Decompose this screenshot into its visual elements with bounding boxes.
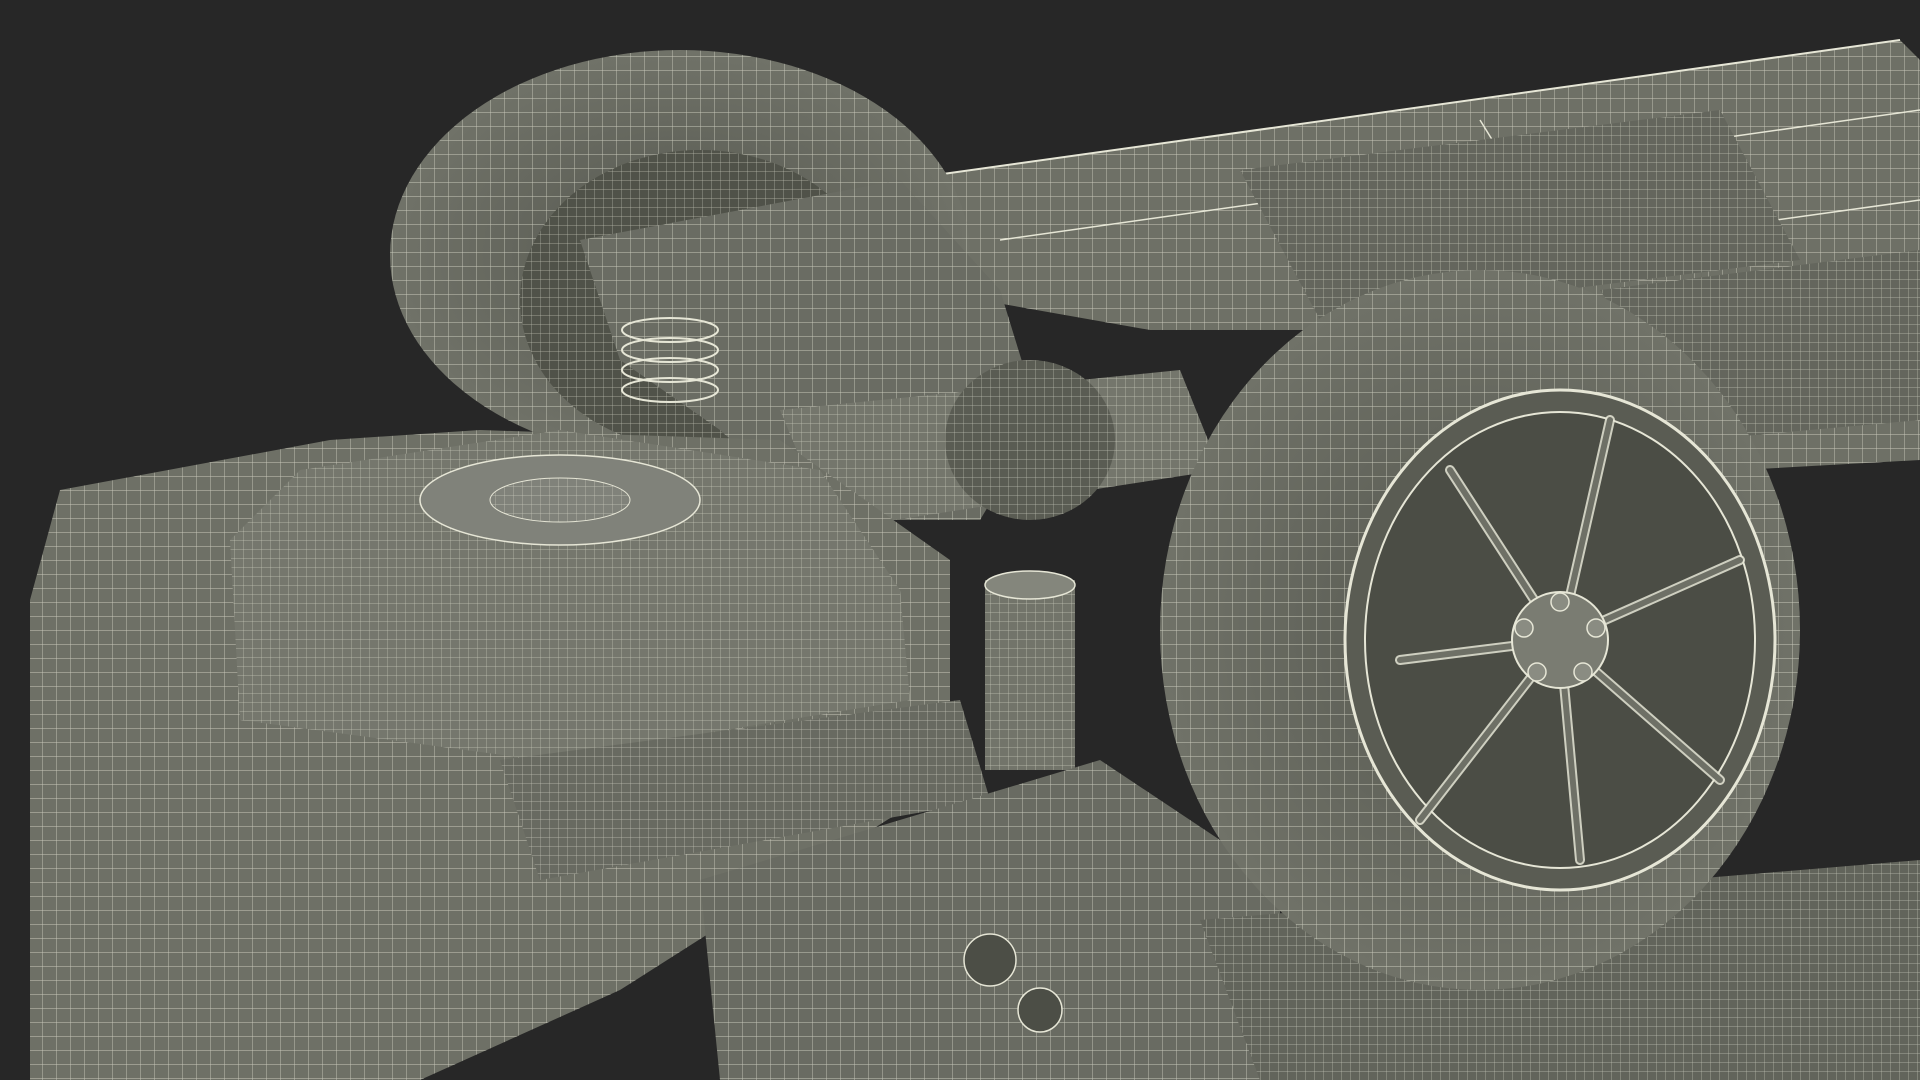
rear-right-wheel: [1160, 270, 1800, 990]
render-viewport: [0, 0, 1920, 1080]
chassis-wireframe-render: [30, 39, 1920, 1080]
